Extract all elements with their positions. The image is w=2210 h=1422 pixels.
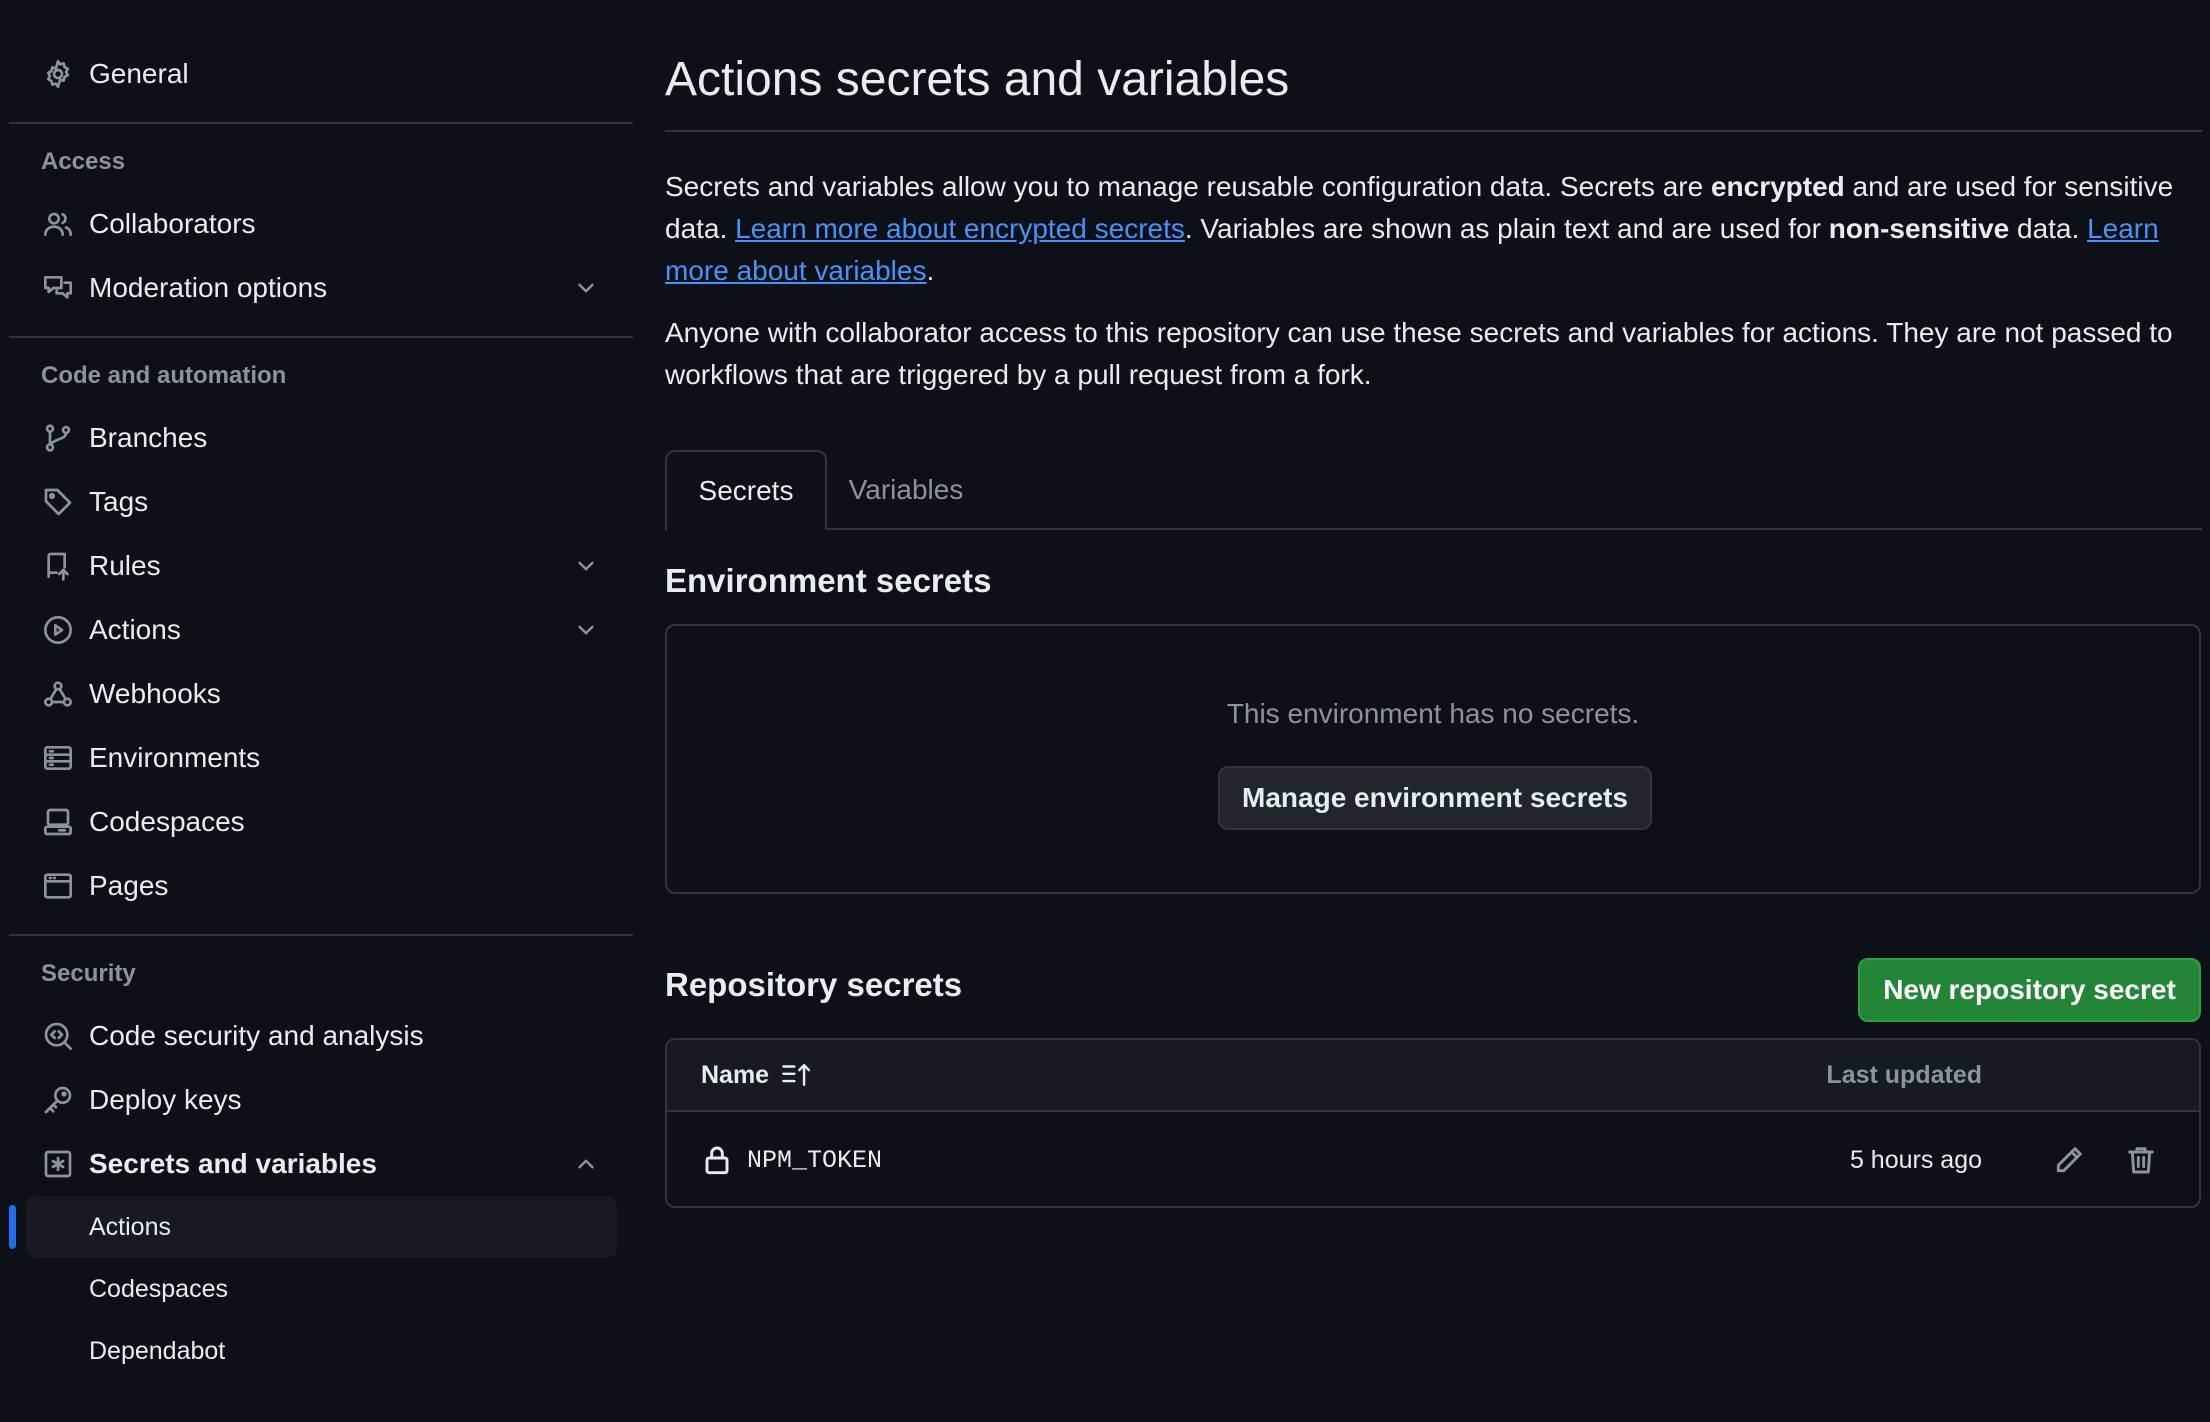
name-column-header[interactable]: Name xyxy=(701,1040,815,1110)
sidebar-item-branches[interactable]: Branches xyxy=(9,406,633,470)
new-repository-secret-button[interactable]: New repository secret xyxy=(1858,958,2201,1022)
tab-bar: Secrets Variables xyxy=(665,450,2202,530)
chevron-down-icon[interactable] xyxy=(573,617,599,643)
trash-icon xyxy=(2125,1144,2157,1176)
sidebar-subitem-codespaces[interactable]: Codespaces xyxy=(26,1258,617,1320)
sidebar-item-label: Tags xyxy=(89,486,149,517)
intro-text: data. xyxy=(2009,213,2088,244)
git-branch-icon xyxy=(41,421,75,455)
server-icon xyxy=(41,741,75,775)
sidebar-item-environments[interactable]: Environments xyxy=(9,726,633,790)
repository-secrets-table: Name Last updated NPM_TOKEN 5 hours ago xyxy=(665,1038,2201,1208)
key-icon xyxy=(41,1083,75,1117)
secret-last-updated: 5 hours ago xyxy=(1849,1145,1982,1174)
sidebar-heading-access: Access xyxy=(41,148,126,175)
play-icon xyxy=(41,613,75,647)
title-divider xyxy=(665,130,2202,132)
intro-emphasis: encrypted xyxy=(1710,171,1845,202)
settings-page: General Access Collaborators Moderation … xyxy=(0,0,2210,1422)
sidebar-item-webhooks[interactable]: Webhooks xyxy=(9,662,633,726)
tag-icon xyxy=(41,485,75,519)
sidebar-item-label: Pages xyxy=(89,870,169,901)
sidebar-item-label: Code security and analysis xyxy=(89,1020,424,1051)
main-content: Actions secrets and variables Secrets an… xyxy=(665,0,2202,530)
repo-push-icon xyxy=(41,549,75,583)
learn-more-secrets-link[interactable]: Learn more about encrypted secrets xyxy=(735,213,1185,244)
sidebar-item-label: Rules xyxy=(89,550,161,581)
sidebar-item-label: Actions xyxy=(89,614,181,645)
intro-paragraph: Secrets and variables allow you to manag… xyxy=(665,166,2202,292)
sidebar-item-label: Deploy keys xyxy=(89,1084,242,1115)
sidebar-item-deploy-keys[interactable]: Deploy keys xyxy=(9,1068,633,1132)
sidebar-heading-security: Security xyxy=(41,960,136,987)
chevron-down-icon[interactable] xyxy=(573,553,599,579)
chevron-up-icon[interactable] xyxy=(573,1151,599,1177)
pencil-icon xyxy=(2053,1144,2085,1176)
environment-secrets-box: This environment has no secrets. Manage … xyxy=(665,624,2201,894)
sidebar-subitem-dependabot[interactable]: Dependabot xyxy=(26,1320,617,1382)
sidebar-item-secrets-and-variables[interactable]: Secrets and variables xyxy=(9,1132,633,1196)
sort-asc-icon xyxy=(769,1060,815,1090)
sidebar-item-tags[interactable]: Tags xyxy=(9,470,633,534)
secret-name-text: NPM_TOKEN xyxy=(747,1145,883,1175)
webhook-icon xyxy=(41,677,75,711)
lock-icon xyxy=(701,1143,747,1177)
sidebar-item-collaborators[interactable]: Collaborators xyxy=(9,192,633,256)
edit-secret-button[interactable] xyxy=(2051,1142,2087,1178)
tab-secrets[interactable]: Secrets xyxy=(665,450,827,530)
chevron-down-icon[interactable] xyxy=(573,275,599,301)
key-asterisk-icon xyxy=(41,1147,75,1181)
sidebar-item-label: Secrets and variables xyxy=(89,1148,377,1179)
collaborator-note: Anyone with collaborator access to this … xyxy=(665,317,2173,390)
table-row: NPM_TOKEN 5 hours ago xyxy=(667,1112,2199,1208)
intro-text: Secrets and variables allow you to manag… xyxy=(665,171,1711,202)
comment-discussion-icon xyxy=(41,271,75,305)
manage-environment-secrets-button[interactable]: Manage environment secrets xyxy=(1218,766,1652,830)
secret-name: NPM_TOKEN xyxy=(701,1112,882,1208)
sidebar-item-label: General xyxy=(89,58,189,89)
sidebar-heading-code-automation: Code and automation xyxy=(41,362,287,389)
empty-state-text: This environment has no secrets. xyxy=(1226,698,1640,729)
sidebar-item-rules[interactable]: Rules xyxy=(9,534,633,598)
page-title: Actions secrets and variables xyxy=(665,53,1290,106)
sidebar-item-label: Moderation options xyxy=(89,272,328,303)
sidebar-item-moderation-options[interactable]: Moderation options xyxy=(9,256,633,320)
table-header: Name Last updated xyxy=(667,1040,2199,1112)
sidebar-item-label: Environments xyxy=(89,742,261,773)
settings-sidebar: General Access Collaborators Moderation … xyxy=(9,0,633,1382)
sidebar-item-label: Webhooks xyxy=(89,678,221,709)
intro-emphasis: non-sensitive xyxy=(1828,213,2010,244)
last-updated-column-header: Last updated xyxy=(1826,1060,1982,1089)
people-icon xyxy=(41,207,75,241)
sidebar-item-general[interactable]: General xyxy=(9,42,633,106)
repository-secrets-title: Repository secrets xyxy=(665,966,963,1003)
sidebar-item-pages[interactable]: Pages xyxy=(9,854,633,918)
environment-secrets-title: Environment secrets xyxy=(665,562,992,599)
codespaces-icon xyxy=(41,805,75,839)
delete-secret-button[interactable] xyxy=(2123,1142,2159,1178)
intro-text: . Variables are shown as plain text and … xyxy=(1184,213,1829,244)
sidebar-item-label: Branches xyxy=(89,422,208,453)
codescan-icon xyxy=(41,1019,75,1053)
sidebar-item-actions[interactable]: Actions xyxy=(9,598,633,662)
sidebar-item-codespaces[interactable]: Codespaces xyxy=(9,790,633,854)
gear-icon xyxy=(41,57,75,91)
browser-icon xyxy=(41,869,75,903)
sidebar-item-code-security[interactable]: Code security and analysis xyxy=(9,1004,633,1068)
sidebar-item-label: Collaborators xyxy=(89,208,256,239)
sidebar-item-label: Codespaces xyxy=(89,806,245,837)
column-label: Name xyxy=(701,1060,770,1089)
sidebar-subitem-actions[interactable]: Actions xyxy=(9,1196,617,1258)
intro-text: . xyxy=(926,255,935,286)
tab-variables[interactable]: Variables xyxy=(831,450,981,530)
